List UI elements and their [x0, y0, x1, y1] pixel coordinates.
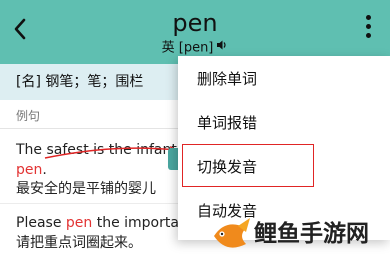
highlight-box: [182, 144, 314, 187]
menu-item-delete-word[interactable]: 删除单词: [178, 59, 390, 99]
watermark: 鲤鱼手游网: [208, 212, 390, 260]
menu-item-report-error[interactable]: 单词报错: [178, 103, 390, 143]
watermark-text: 鲤鱼手游网: [254, 221, 369, 247]
menu-item-label: 删除单词: [197, 70, 258, 88]
carp-fish-logo-icon: [214, 218, 250, 248]
menu-item-label: 单词报错: [197, 114, 258, 132]
